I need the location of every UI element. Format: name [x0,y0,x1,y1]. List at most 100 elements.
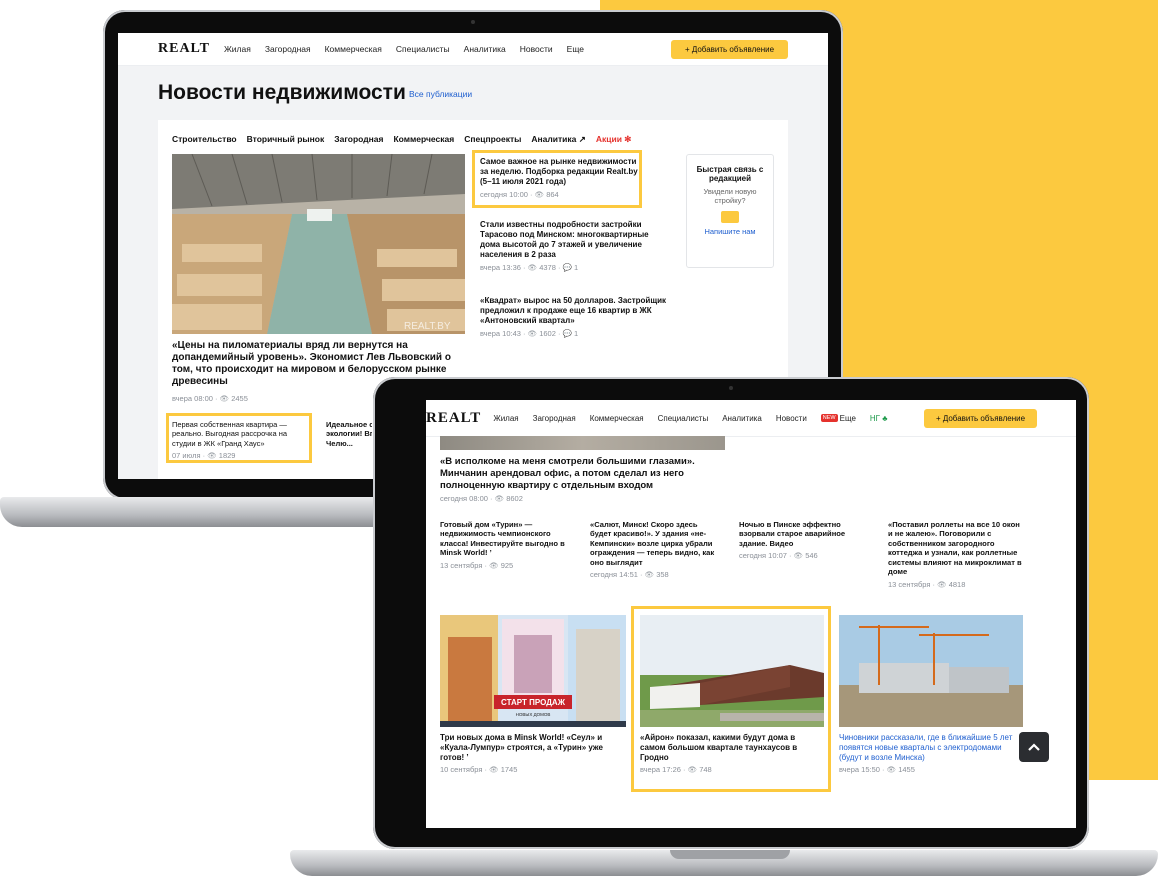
tab-secondary[interactable]: Вторичный рынок [247,134,325,145]
column-news-3-time: сегодня 10:07 [739,551,787,561]
side-news-2-time: вчера 13:36 [480,263,521,272]
eye-icon: · 👁 [680,765,700,774]
photo-news-3-title: Чиновники рассказали, где в ближайшие 5 … [839,733,1013,762]
photo-news-3[interactable]: Чиновники рассказали, где в ближайшие 5 … [839,733,1021,774]
eye-icon: · 👁 [215,394,232,403]
contact-card: Быстрая связь с редакцией Увидели новую … [686,154,774,268]
write-us-link[interactable]: Напишите нам [687,227,773,236]
eye-icon: · 👁 [523,329,540,338]
column-news-2-meta: сегодня 14:51 · 👁 358 [590,570,718,579]
hero-views: 2455 [231,394,248,403]
side-news-3[interactable]: «Квадрат» вырос на 50 долларов. Застройщ… [480,296,670,338]
hero-time: вчера 08:00 [172,394,213,403]
front-laptop-notch [670,850,790,859]
photo-news-2-views: 748 [699,765,712,774]
chevron-up-icon [1028,743,1040,751]
tab-special[interactable]: Спецпроекты [464,134,521,145]
column-news-3[interactable]: Ночью в Пинске эффектно взорвали старое … [739,520,867,560]
bottom-news-1-meta: 07 июля · 👁 1829 [172,451,307,460]
bottom-news-2[interactable]: Идеальное сочетание цены и экологии! Впе… [326,420,372,479]
new-badge: NEW [820,414,838,423]
nav-residential[interactable]: Жилая [224,44,251,54]
photo-news-2[interactable]: «Айрон» показал, какими будут дома в сам… [640,733,820,774]
column-news-2-time: сегодня 14:51 [590,570,638,580]
site-header: REALT Жилая Загородная Коммерческая Спец… [118,33,828,66]
eye-icon: · 👁 [482,560,501,570]
column-news-4-views: 4818 [948,579,966,589]
column-news-2-views: 358 [656,570,669,580]
nav-more[interactable]: Еще [567,44,584,54]
column-news-4[interactable]: «Поставил роллеты на все 10 окон и не жа… [888,520,1023,589]
nav-more-label: Еще [839,413,856,423]
warehouse-illustration: REALT.BY [172,154,465,334]
side-news-3-comments: 1 [574,329,579,338]
bottom-news-1-title: Первая собственная квартира — реально. В… [172,420,288,448]
column-news-2[interactable]: «Салют, Минск! Скоро здесь будет красиво… [590,520,718,579]
lead-headline[interactable]: «В исполкоме на меня смотрели большими г… [440,456,730,492]
side-news-1-time: сегодня 10:00 [480,190,528,199]
construction-illustration [839,615,1023,727]
category-tabs: Строительство Вторичный рынок Загородная… [172,134,641,145]
photo-news-1-meta: 10 сентября · 👁 1745 [440,765,620,774]
nav-news[interactable]: Новости [776,414,807,423]
eye-icon: · 👁 [530,190,547,199]
column-news-1[interactable]: Готовый дом «Турин» — недвижимость чемпи… [440,520,568,570]
side-news-1[interactable]: Самое важное на рынке недвижимости за не… [480,157,638,199]
column-news-1-time: 13 сентября [440,560,483,570]
photo-news-1-time: 10 сентября [440,765,483,774]
photo-news-2-meta: вчера 17:26 · 👁 748 [640,765,820,774]
nav-analytics[interactable]: Аналитика [464,44,506,54]
photo-townhouses[interactable] [640,615,824,727]
tab-commercial[interactable]: Коммерческая [393,134,454,145]
lead-views: 8602 [506,494,523,503]
tab-construction[interactable]: Строительство [172,134,237,145]
scroll-to-top-button[interactable] [1019,732,1049,762]
nav-more[interactable]: NEW Еще [820,413,856,423]
photo-news-1-title: Три новых дома в Minsk World! «Сеул» и «… [440,733,603,762]
nav-analytics[interactable]: Аналитика [722,414,762,423]
comment-icon: · 💬 [557,263,574,272]
page-title: Новости недвижимости [158,81,406,104]
photo-news-1[interactable]: Три новых дома в Minsk World! «Сеул» и «… [440,733,620,774]
add-listing-button[interactable]: + Добавить объявление [924,409,1037,428]
tab-country[interactable]: Загородная [334,134,383,145]
nav-commercial[interactable]: Коммерческая [590,414,644,423]
all-publications-link[interactable]: Все публикации [409,89,472,99]
nav-specialists[interactable]: Специалисты [396,44,450,54]
side-news-2-comments: 1 [574,263,579,272]
lead-meta: сегодня 08:00 · 👁 8602 [440,494,523,503]
contact-title: Быстрая связь с редакцией [696,165,764,183]
column-news-1-views: 925 [500,560,514,570]
side-news-2[interactable]: Стали известны подробности застройки Тар… [480,220,670,272]
lead-image-strip [440,436,725,450]
add-listing-button[interactable]: + Добавить объявление [671,40,788,59]
bottom-news-1-views: 1829 [218,451,236,461]
tab-analytics[interactable]: Аналитика ↗ [531,134,585,145]
comment-icon: · 💬 [557,329,574,338]
hero-image-warehouse[interactable]: REALT.BY [172,154,465,334]
column-news-3-views: 546 [805,551,818,561]
nav-new-year[interactable]: НГ ♣ [870,414,888,423]
nav-specialists[interactable]: Специалисты [658,414,709,423]
nav-country[interactable]: Загородная [533,414,576,423]
photo-minsk-world[interactable]: СТАРТ ПРОДАЖ НОВЫХ ДОМОВ [440,615,626,727]
eye-icon: · 👁 [523,263,540,272]
nav-country[interactable]: Загородная [265,44,311,54]
eye-icon: · 👁 [637,570,657,580]
nav-commercial[interactable]: Коммерческая [325,44,382,54]
hero-meta: вчера 08:00 · 👁 2455 [172,394,248,403]
eye-icon: · 👁 [786,551,806,561]
realt-logo[interactable]: REALT [426,410,481,427]
nav-news[interactable]: Новости [520,44,553,54]
photo-construction[interactable] [839,615,1023,727]
column-news-4-meta: 13 сентября · 👁 4818 [888,580,1023,589]
townhouses-illustration [640,615,824,727]
back-laptop-camera [471,20,475,24]
bottom-news-1[interactable]: Первая собственная квартира — реально. В… [172,420,307,460]
column-news-4-time: 13 сентября [888,579,931,589]
eye-icon: · 👁 [879,765,899,774]
side-news-3-time: вчера 10:43 [480,329,521,338]
realt-logo[interactable]: REALT [158,41,210,57]
nav-residential[interactable]: Жилая [493,414,518,423]
tab-promo[interactable]: Акции ✻ [596,134,632,145]
